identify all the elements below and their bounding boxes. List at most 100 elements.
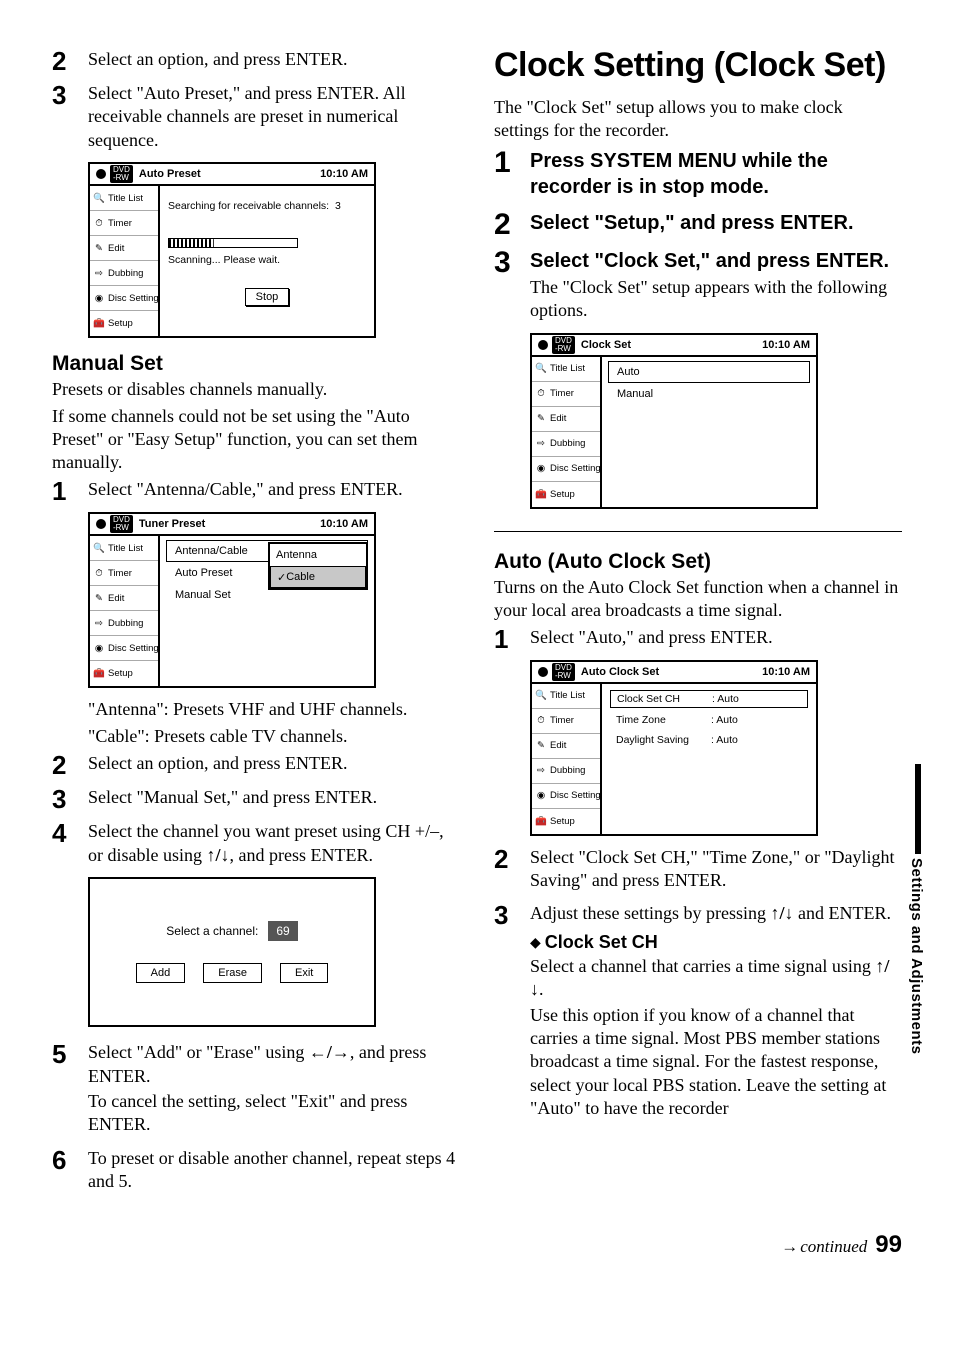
submenu-item-antenna[interactable]: Antenna (270, 544, 366, 566)
sidebar-item-disc-setting: ◉Disc Setting (532, 457, 600, 482)
clock-setting-intro: The "Clock Set" setup allows you to make… (494, 96, 902, 142)
osd-header: DVD-RW Auto Clock Set 10:10 AM (532, 662, 816, 684)
sidebar-item-setup: 🧰Setup (532, 809, 600, 834)
sidebar-item-title-list: 🔍Title List (90, 536, 158, 561)
ms-step-6: 6 To preset or disable another channel, … (52, 1147, 460, 1196)
osd-channel-count: 3 (335, 200, 341, 212)
sidebar-item-title-list: 🔍Title List (532, 684, 600, 709)
sidebar-item-edit: ✎Edit (90, 586, 158, 611)
step-number: 5 (52, 1041, 88, 1067)
osd-main: Auto Manual (602, 357, 816, 507)
step-text: Select an option, and press ENTER. (88, 48, 460, 71)
left-step-3: 3 Select "Auto Preset," and press ENTER.… (52, 82, 460, 154)
sidebar-item-title-list: 🔍Title List (90, 186, 158, 211)
check-icon: ✓ (277, 571, 286, 584)
title-list-icon: 🔍 (93, 192, 105, 204)
step-text-2: To cancel the setting, select "Exit" and… (88, 1090, 460, 1137)
sidebar-item-edit: ✎Edit (532, 734, 600, 759)
dvd-rw-badge-icon: DVD-RW (552, 663, 575, 681)
dlg-label: Select a channel: (166, 924, 258, 938)
right-column: Clock Setting (Clock Set) The "Clock Set… (494, 48, 902, 1203)
sidebar-item-setup: 🧰Setup (532, 482, 600, 507)
step-number: 3 (494, 902, 530, 928)
setup-icon: 🧰 (535, 815, 547, 827)
stop-button[interactable]: Stop (245, 288, 290, 306)
sidebar-item-timer: ⏱Timer (532, 382, 600, 407)
auto-clock-set-intro: Turns on the Auto Clock Set function whe… (494, 576, 902, 622)
section-divider (494, 531, 902, 532)
cs-step-2: 2 Select "Setup," and press ENTER. (494, 210, 902, 240)
disc-setting-icon: ◉ (93, 642, 105, 654)
diamond-icon: ◆ (530, 936, 541, 951)
osd-clock-set: DVD-RW Clock Set 10:10 AM 🔍Title List ⏱T… (530, 333, 818, 509)
cs-step-3: 3 Select "Clock Set," and press ENTER. T… (494, 248, 902, 325)
timer-icon: ⏱ (535, 715, 547, 727)
dubbing-icon: ⇨ (93, 267, 105, 279)
step-text: Select "Clock Set," and press ENTER. (530, 248, 902, 274)
sidebar-item-dubbing: ⇨Dubbing (90, 611, 158, 636)
side-tab-bar-icon (915, 764, 921, 854)
sub-clock-set-ch: ◆Clock Set CH (530, 932, 902, 953)
add-button[interactable]: Add (136, 963, 186, 983)
exit-button[interactable]: Exit (280, 963, 328, 983)
osd-row-clock-set-ch[interactable]: Clock Set CH : Auto (610, 690, 808, 708)
osd-title: Clock Set (581, 339, 631, 351)
timer-icon: ⏱ (93, 217, 105, 229)
step-text: Press SYSTEM MENU while the recorder is … (530, 148, 902, 200)
step-number: 1 (494, 148, 530, 178)
side-section-tab: Settings and Adjustments (908, 764, 928, 1054)
record-dot-icon (538, 667, 548, 677)
sidebar-item-edit: ✎Edit (90, 236, 158, 261)
osd-tuner-preset: DVD-RW Tuner Preset 10:10 AM 🔍Title List… (88, 512, 376, 688)
osd-option-manual[interactable]: Manual (608, 383, 810, 405)
title-list-icon: 🔍 (535, 690, 547, 702)
up-down-arrow-icon: ↑/↓ (771, 903, 794, 923)
osd-row-daylight-saving[interactable]: Daylight Saving : Auto (610, 732, 808, 748)
left-step-2: 2 Select an option, and press ENTER. (52, 48, 460, 74)
sidebar-item-timer: ⏱Timer (532, 709, 600, 734)
ms-step-4: 4 Select the channel you want preset usi… (52, 820, 460, 869)
step-subtext: The "Clock Set" setup appears with the f… (530, 276, 902, 323)
step-number: 4 (52, 820, 88, 846)
ms-step-3: 3 Select "Manual Set," and press ENTER. (52, 786, 460, 812)
osd-sidebar: 🔍Title List ⏱Timer ✎Edit ⇨Dubbing ◉Disc … (90, 186, 160, 336)
acs-step-2: 2 Select "Clock Set CH," "Time Zone," or… (494, 846, 902, 895)
step-text: Select an option, and press ENTER. (88, 752, 460, 775)
manual-set-intro-1: Presets or disables channels manually. (52, 378, 460, 401)
step-text: Select "Auto Preset," and press ENTER. A… (88, 82, 460, 152)
dvd-rw-badge-icon: DVD-RW (552, 336, 575, 354)
sub-text-2: Use this option if you know of a channel… (530, 1004, 902, 1121)
sidebar-item-dubbing: ⇨Dubbing (532, 759, 600, 784)
sidebar-item-disc-setting: ◉Disc Setting (532, 784, 600, 809)
ms-note-antenna: "Antenna": Presets VHF and UHF channels. (88, 698, 460, 721)
dvd-rw-badge-icon: DVD-RW (110, 515, 133, 533)
edit-icon: ✎ (535, 740, 547, 752)
osd-main: Clock Set CH : Auto Time Zone : Auto Day… (602, 684, 816, 834)
ms-note-cable: "Cable": Presets cable TV channels. (88, 725, 460, 748)
manual-set-heading: Manual Set (52, 352, 460, 376)
channel-value[interactable]: 69 (268, 921, 297, 941)
step-number: 3 (52, 82, 88, 108)
sidebar-item-timer: ⏱Timer (90, 211, 158, 236)
sidebar-item-disc-setting: ◉Disc Setting (90, 636, 158, 661)
manual-set-intro-2: If some channels could not be set using … (52, 405, 460, 474)
step-number: 2 (494, 846, 530, 872)
sidebar-item-dubbing: ⇨Dubbing (90, 261, 158, 286)
sidebar-item-title-list: 🔍Title List (532, 357, 600, 382)
step-text: Select "Auto," and press ENTER. (530, 626, 902, 649)
osd-row-time-zone[interactable]: Time Zone : Auto (610, 712, 808, 728)
osd-option-auto[interactable]: Auto (608, 361, 810, 383)
osd-main: Antenna/Cable Auto Preset Manual Set Ant… (160, 536, 374, 686)
record-dot-icon (538, 340, 548, 350)
submenu-item-cable[interactable]: ✓Cable (270, 566, 366, 588)
osd-header: DVD-RW Clock Set 10:10 AM (532, 335, 816, 357)
disc-setting-icon: ◉ (535, 463, 547, 475)
step-text: Select "Antenna/Cable," and press ENTER. (88, 478, 460, 501)
side-tab-label: Settings and Adjustments (908, 858, 925, 1054)
timer-icon: ⏱ (93, 567, 105, 579)
ms-step-5: 5 Select "Add" or "Erase" using ←/→, and… (52, 1041, 460, 1139)
setup-icon: 🧰 (93, 668, 105, 680)
cs-step-1: 1 Press SYSTEM MENU while the recorder i… (494, 148, 902, 202)
osd-sidebar: 🔍Title List ⏱Timer ✎Edit ⇨Dubbing ◉Disc … (90, 536, 160, 686)
erase-button[interactable]: Erase (203, 963, 262, 983)
